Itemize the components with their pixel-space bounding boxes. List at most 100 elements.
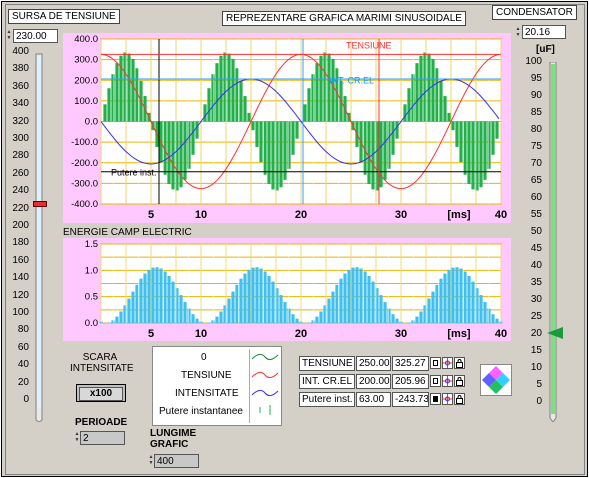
readout-name: INT. CR.EL xyxy=(299,374,355,389)
legend-zero: 0 xyxy=(201,352,207,363)
scale-tick-label: 260 xyxy=(12,167,29,179)
x-axis-label: [ms] xyxy=(447,328,471,340)
capacitor-slider[interactable] xyxy=(546,61,560,423)
capacitor-spinner[interactable]: ▲ ▼ xyxy=(515,26,521,39)
cursor-style-icon[interactable] xyxy=(442,375,453,387)
voltage-slider-thumb[interactable] xyxy=(33,200,47,207)
y-tick-label: 1.0 xyxy=(85,265,98,276)
scale-tick-label: 200 xyxy=(12,220,29,231)
voltage-spinner[interactable]: ▲ ▼ xyxy=(6,29,12,42)
x-tick-label: 10 xyxy=(195,328,207,340)
scale-tick-label: 220 xyxy=(12,202,29,214)
cursor-annotation: INT. CR.EL xyxy=(329,75,374,85)
legend-voltage: TENSIUNE xyxy=(181,370,232,381)
capacitor-value-field[interactable]: 20.16 xyxy=(522,25,566,39)
scale-tick-label: 280 xyxy=(12,150,29,162)
voltage-slider[interactable] xyxy=(32,52,46,423)
scale-tick-label: 65 xyxy=(530,175,542,186)
y-tick-label: 0.0 xyxy=(85,318,98,329)
capacitor-unit-label: [uF] xyxy=(536,44,555,55)
cursor-style-icon[interactable] xyxy=(442,393,453,405)
scale-tick-label: 380 xyxy=(12,63,29,75)
chart-title: REPREZENTARE GRAFICA MARIMI SINUSOIDALE xyxy=(222,11,466,26)
readout-name: Putere inst. xyxy=(299,392,355,407)
scale-button[interactable]: x100 xyxy=(76,384,126,402)
scale-tick-label: 70 xyxy=(530,158,542,169)
voltage-value-field[interactable]: 230.00 xyxy=(13,29,58,43)
scale-tick-label: 40 xyxy=(17,359,29,371)
capacitor-title: CONDENSATOR xyxy=(492,5,577,20)
x-tick-label: 30 xyxy=(395,328,407,340)
scale-tick-label: 180 xyxy=(12,237,29,249)
x-tick-label: 30 xyxy=(395,209,407,221)
legend-power: Putere instantanee xyxy=(159,406,243,417)
scale-tick-label: 140 xyxy=(12,272,29,284)
scale-tick-label: 55 xyxy=(530,209,542,220)
readout-amplitude: 250.00 xyxy=(356,356,391,371)
scale-tick-label: 90 xyxy=(530,90,542,101)
scale-tick-label: 240 xyxy=(12,185,29,197)
scale-tick-label: 400 xyxy=(12,46,29,57)
period-label: PERIOADE xyxy=(75,417,128,428)
readout-row[interactable]: INT. CR.EL 200.00 205.96 xyxy=(299,374,479,390)
y-tick-label: 100.0 xyxy=(74,96,98,107)
voltage-source-title: SURSA DE TENSIUNE xyxy=(8,9,120,24)
color-swatch-icon[interactable] xyxy=(430,375,441,387)
scale-tick-label: 25 xyxy=(530,311,542,322)
scale-button-label: x100 xyxy=(79,387,123,401)
readout-row[interactable]: Putere inst. 63.00 -243.73 xyxy=(299,392,479,408)
y-tick-label: 0.5 xyxy=(85,292,98,303)
scale-tick-label: 15 xyxy=(530,345,542,356)
lock-icon[interactable] xyxy=(454,357,465,369)
readout-value: 325.27 xyxy=(392,356,429,371)
spin-down-icon[interactable]: ▼ xyxy=(515,32,521,38)
readout-amplitude: 63.00 xyxy=(356,392,391,407)
chart-legend: 0 TENSIUNE INTENSITATE Putere instantane… xyxy=(152,346,282,426)
y-tick-label: 300.0 xyxy=(74,55,98,66)
period-field[interactable]: 2 xyxy=(80,431,125,445)
x-tick-label: 20 xyxy=(295,328,307,340)
cursor-style-icon[interactable] xyxy=(442,357,453,369)
readout-row[interactable]: TENSIUNE 250.00 325.27 xyxy=(299,356,479,372)
readout-name: TENSIUNE xyxy=(299,356,355,371)
scale-tick-label: 10 xyxy=(530,362,542,373)
x-tick-label: 20 xyxy=(295,209,307,221)
y-tick-label: 1.5 xyxy=(85,239,98,250)
scale-tick-label: 45 xyxy=(530,243,542,254)
x-axis-label: [ms] xyxy=(447,209,471,221)
scale-tick-label: 85 xyxy=(530,107,542,118)
spin-down-icon[interactable]: ▼ xyxy=(6,35,12,41)
length-field[interactable]: 400 xyxy=(154,454,199,468)
capacitor-slider-thumb[interactable] xyxy=(547,327,563,340)
y-tick-label: -300.0 xyxy=(71,178,98,189)
scale-tick-label: 80 xyxy=(530,124,542,135)
cursor-annotation: Putere inst. xyxy=(111,168,157,178)
x-tick-label: 40 xyxy=(495,328,507,340)
lock-icon[interactable] xyxy=(454,375,465,387)
scale-tick-label: 30 xyxy=(530,294,542,305)
waveform-chart: TENSIUNE INT. CR.EL Putere inst. 400.0 300.0… xyxy=(63,33,511,223)
scale-tick-label: 50 xyxy=(530,226,542,237)
scale-label: SCARA INTENSITATE xyxy=(70,352,134,374)
scale-tick-label: 60 xyxy=(17,341,29,353)
cursor-move-control[interactable] xyxy=(480,364,512,396)
color-swatch-icon[interactable] xyxy=(430,357,441,369)
x-tick-label: 5 xyxy=(148,328,154,340)
x-tick-label: 40 xyxy=(495,209,507,221)
scale-tick-label: 0 xyxy=(536,396,542,407)
cursor-readouts: TENSIUNE 250.00 325.27 INT. CR.EL 200.00 205.… xyxy=(299,356,479,410)
y-tick-label: -100.0 xyxy=(71,137,98,148)
scale-tick-label: 360 xyxy=(12,80,29,92)
legend-swatches xyxy=(249,349,280,423)
readout-value: 205.96 xyxy=(392,374,429,389)
energy-chart: 1.5 1.0 0.5 0.0 5 10 20 30 40 [ms] xyxy=(63,238,511,341)
graph-length-label: LUNGIME GRAFIC xyxy=(150,428,197,450)
color-swatch-icon[interactable] xyxy=(430,393,441,405)
energy-chart-title: ENERGIE CAMP ELECTRIC xyxy=(63,227,192,238)
lock-icon[interactable] xyxy=(454,393,465,405)
scale-tick-label: 5 xyxy=(536,379,542,390)
y-tick-label: 400.0 xyxy=(74,34,98,45)
readout-value: -243.73 xyxy=(392,392,429,407)
scale-tick-label: 20 xyxy=(17,376,29,388)
scale-tick-label: 80 xyxy=(17,324,29,336)
